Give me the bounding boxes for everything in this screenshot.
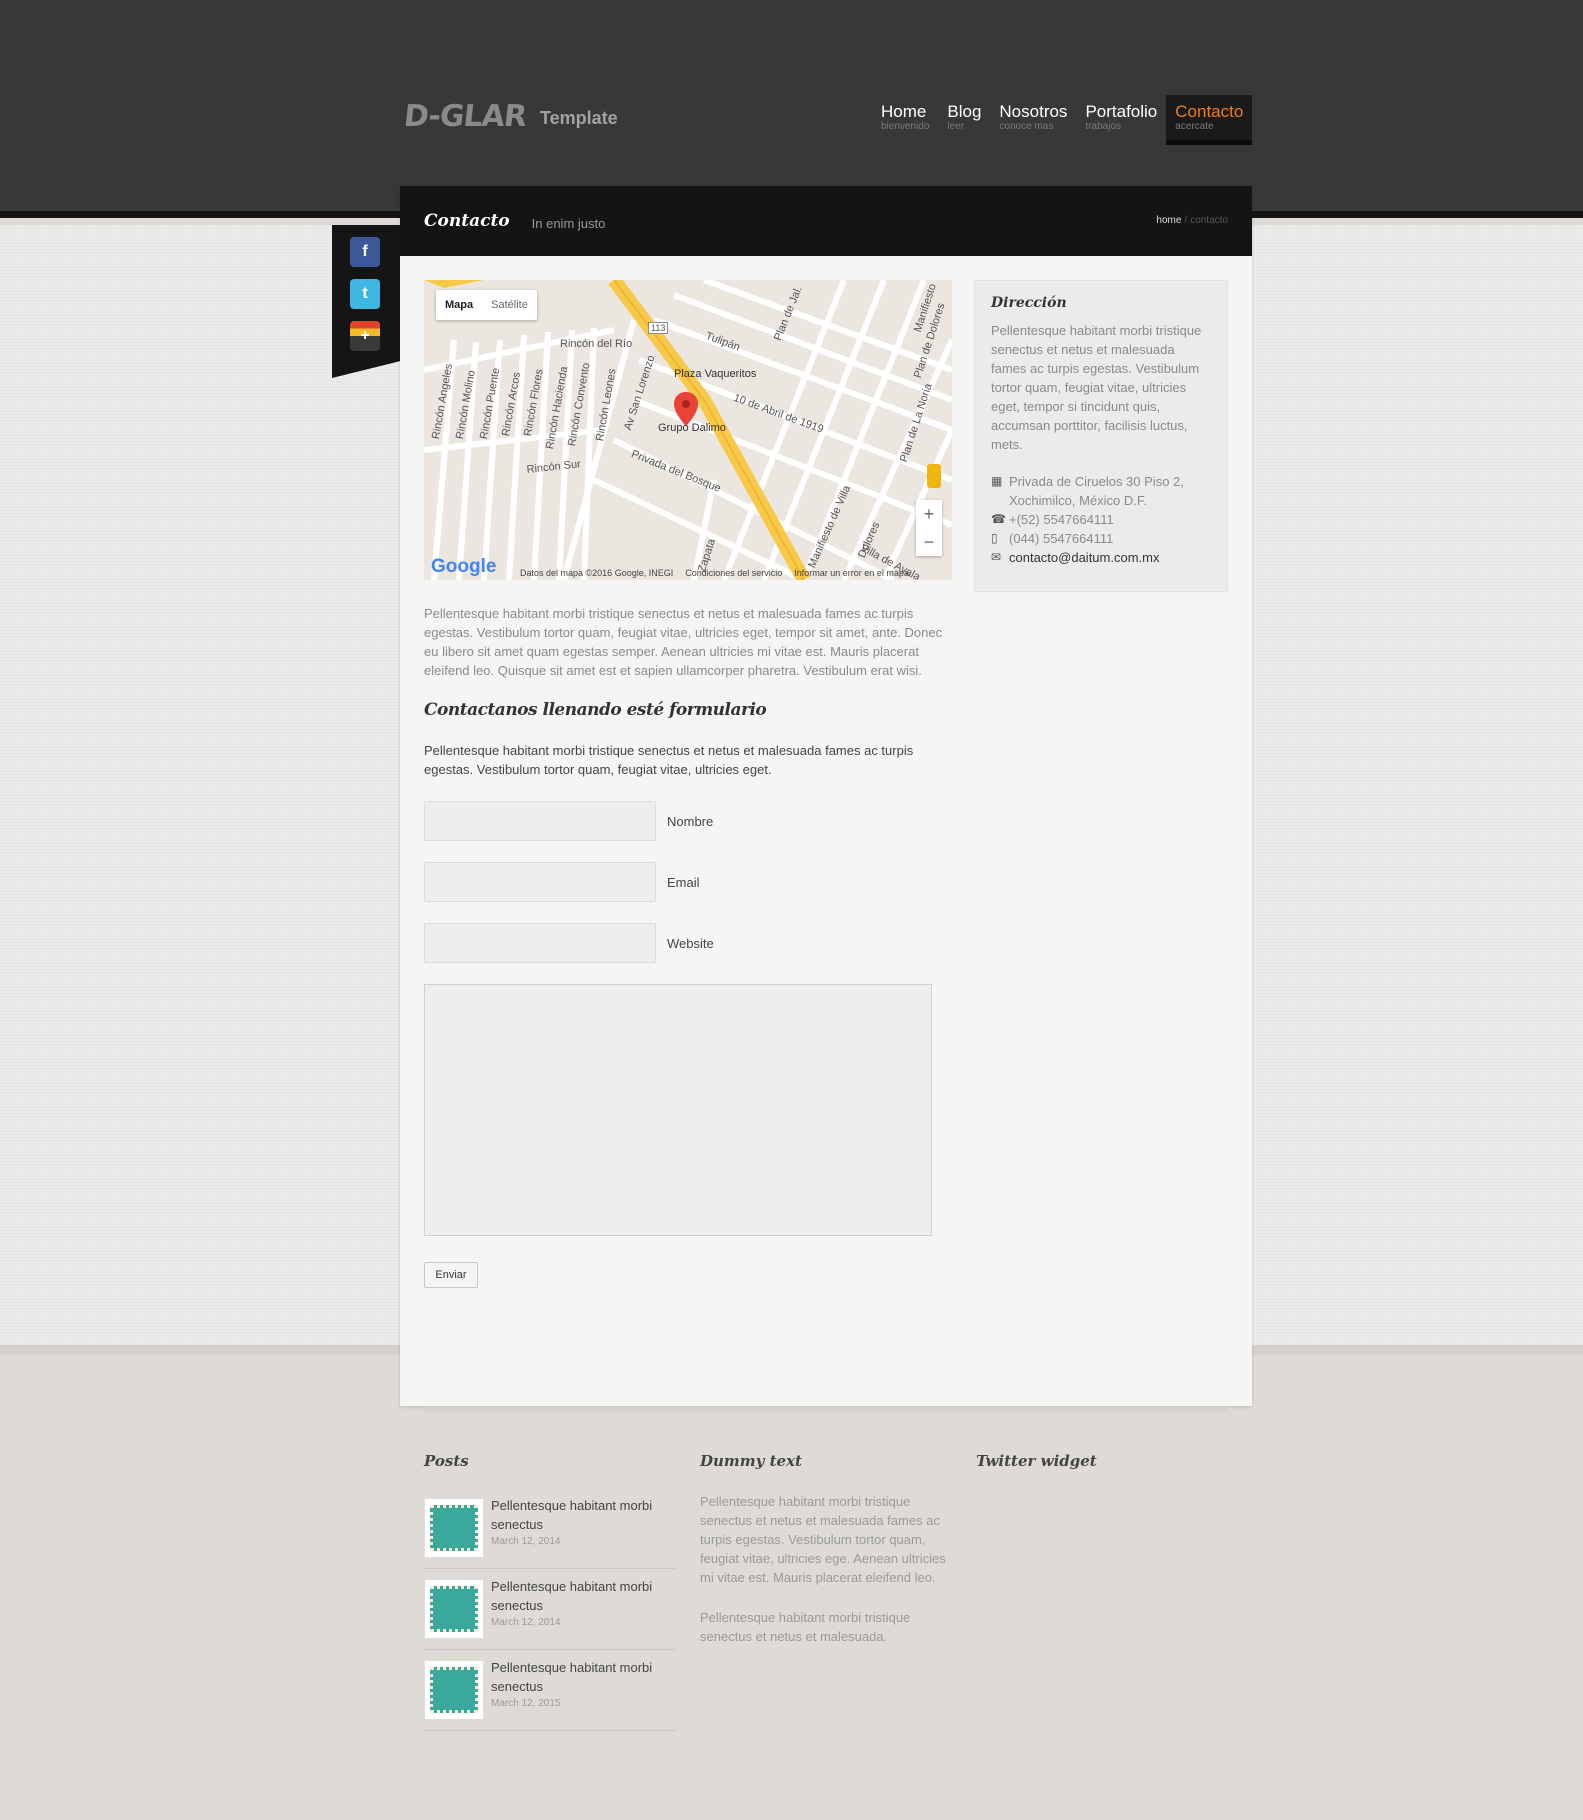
- nav-subtitle: bienvenido: [881, 121, 930, 132]
- nav-subtitle: trabajos: [1085, 121, 1122, 132]
- nav-nosotros[interactable]: Nosotros conoce mas: [990, 95, 1076, 145]
- post-item[interactable]: Pellentesque habitant morbi senectus Mar…: [424, 1650, 676, 1731]
- page-title: Contacto: [424, 211, 510, 231]
- address-mobile: (044) 5547664111: [1009, 531, 1114, 546]
- nav-blog[interactable]: Blog leer: [938, 95, 990, 145]
- nav-title: Contacto: [1175, 102, 1244, 121]
- satellite-button[interactable]: Satélite: [482, 290, 537, 320]
- message-textarea[interactable]: [424, 984, 932, 1236]
- map-attribution: Datos del mapa ©2016 Google, INEGI Condi…: [520, 568, 909, 578]
- map-type-control: Mapa Satélite: [436, 290, 537, 320]
- footer-twitter: Twitter widget: [976, 1452, 1230, 1470]
- zoom-out-icon[interactable]: −: [924, 532, 935, 553]
- map-data-credit: Datos del mapa ©2016 Google, INEGI: [520, 568, 674, 578]
- form-intro: Pellentesque habitant morbi tristique se…: [424, 743, 914, 777]
- form-heading: Contactanos llenando esté formulario: [424, 700, 767, 720]
- send-button[interactable]: Enviar: [424, 1262, 478, 1288]
- building-icon: ▦: [991, 474, 1003, 488]
- logo-text: Template: [539, 107, 618, 128]
- main-nav: Home bienvenido Blog leer Nosotros conoce m…: [872, 95, 1253, 145]
- logo[interactable]: D-GLAR Template: [402, 96, 618, 136]
- breadcrumb: home / contacto: [1156, 215, 1228, 226]
- dummy-heading: Dummy text: [700, 1452, 802, 1470]
- map-label: Grupo Dalimo: [658, 422, 726, 434]
- social-sidebar: f t +: [332, 225, 400, 378]
- post-thumbnail: [424, 1660, 484, 1720]
- zoom-in-icon[interactable]: +: [924, 504, 935, 525]
- post-date: March 12, 2015: [491, 1698, 561, 1709]
- address-box: Dirección Pellentesque habitant morbi tr…: [974, 280, 1228, 592]
- page-title-band: Contacto In enim justo home / contacto: [400, 186, 1252, 256]
- footer-posts: Posts Pellentesque habitant morbi senect…: [424, 1452, 676, 1731]
- nav-title: Blog: [947, 102, 982, 121]
- mobile-icon: ▯: [991, 531, 998, 545]
- page-subtitle: In enim justo: [531, 215, 606, 231]
- phone-icon: ☎: [991, 512, 1006, 526]
- map-label: Plaza Vaqueritos: [674, 368, 757, 380]
- address-text: Pellentesque habitant morbi tristique se…: [991, 323, 1202, 452]
- breadcrumb-current: contacto: [1190, 215, 1228, 226]
- map-report-link[interactable]: Informar un error en el mapa: [794, 568, 909, 578]
- map-button[interactable]: Mapa: [436, 290, 482, 320]
- nav-title: Home: [881, 102, 927, 121]
- nav-home[interactable]: Home bienvenido: [872, 95, 938, 145]
- post-thumbnail: [424, 1498, 484, 1558]
- email-input[interactable]: [424, 862, 656, 902]
- nav-contacto[interactable]: Contacto acercate: [1166, 95, 1253, 145]
- content-shadow: [424, 1406, 1228, 1416]
- address-street: Privada de Ciruelos 30 Piso 2,: [1009, 474, 1184, 489]
- dummy-text: Pellentesque habitant morbi tristique se…: [700, 1610, 911, 1644]
- breadcrumb-separator: /: [1184, 215, 1188, 226]
- address-city: Xochimilco, México D.F.: [1009, 493, 1147, 508]
- intro-paragraph: Pellentesque habitant morbi tristique se…: [424, 606, 943, 678]
- footer-dummy: Dummy text Pellentesque habitant morbi t…: [700, 1452, 954, 1646]
- post-thumbnail: [424, 1579, 484, 1639]
- breadcrumb-home[interactable]: home: [1156, 215, 1181, 226]
- website-label: Website: [667, 936, 714, 951]
- nav-title: Nosotros: [999, 102, 1068, 121]
- website-input[interactable]: [424, 923, 656, 963]
- map-label: Rincón del Río: [560, 338, 633, 350]
- google-map[interactable]: Mapa Satélite Rincón del Río Plaza Vaque…: [424, 280, 952, 580]
- email-label: Email: [667, 875, 700, 890]
- mail-icon: ✉: [991, 550, 1002, 564]
- content-panel: Contacto In enim justo home / contacto Map…: [400, 186, 1252, 1406]
- nav-subtitle: acercate: [1175, 121, 1214, 132]
- address-phone: +(52) 5547664111: [1009, 512, 1114, 527]
- post-item[interactable]: Pellentesque habitant morbi senectus Mar…: [424, 1488, 676, 1569]
- twitter-icon[interactable]: t: [350, 279, 380, 309]
- nav-subtitle: conoce mas: [999, 121, 1054, 132]
- nav-subtitle: leer: [947, 121, 965, 132]
- nav-portafolio[interactable]: Portafolio trabajos: [1076, 95, 1166, 145]
- address-email[interactable]: contacto@daitum.com.mx: [1009, 548, 1159, 567]
- post-title[interactable]: Pellentesque habitant morbi senectus: [491, 1496, 671, 1534]
- post-date: March 12, 2014: [491, 1536, 561, 1547]
- address-heading: Dirección: [991, 295, 1067, 311]
- post-title[interactable]: Pellentesque habitant morbi senectus: [491, 1658, 671, 1696]
- google-logo: Google: [431, 556, 497, 577]
- map-label: 113: [648, 322, 669, 334]
- dummy-text: Pellentesque habitant morbi tristique se…: [700, 1494, 946, 1585]
- post-item[interactable]: Pellentesque habitant morbi senectus Mar…: [424, 1569, 676, 1650]
- logo-mark: D-GLAR: [402, 98, 528, 134]
- post-title[interactable]: Pellentesque habitant morbi senectus: [491, 1577, 671, 1615]
- twitter-heading: Twitter widget: [976, 1452, 1097, 1470]
- plus-icon[interactable]: +: [350, 321, 380, 351]
- map-terms-link[interactable]: Condiciones del servicio: [685, 568, 782, 578]
- name-input[interactable]: [424, 801, 656, 841]
- name-label: Nombre: [667, 814, 714, 829]
- posts-heading: Posts: [424, 1452, 469, 1470]
- post-date: March 12, 2014: [491, 1617, 561, 1628]
- facebook-icon[interactable]: f: [350, 237, 380, 267]
- nav-title: Portafolio: [1085, 102, 1158, 121]
- zoom-control: + −: [916, 500, 942, 556]
